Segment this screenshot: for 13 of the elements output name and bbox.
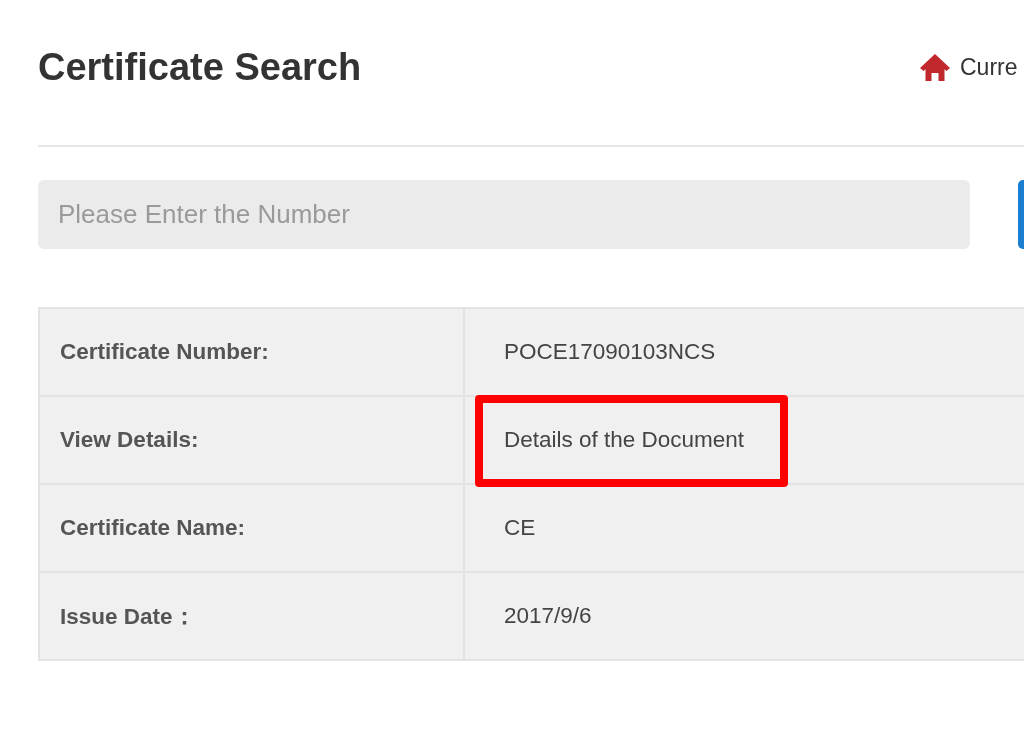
table-cell: CE [465, 485, 1024, 571]
table-cell: View Details: [40, 397, 465, 483]
table-cell: Certificate Name: [40, 485, 465, 571]
table-cell: Details of the Document [465, 397, 1024, 483]
breadcrumb-link[interactable]: Curre [960, 53, 1018, 81]
table-cell: Issue Date： [40, 573, 465, 659]
table-cell: 2017/9/6 [465, 573, 1024, 659]
submit-button[interactable] [1018, 180, 1024, 249]
page-title: Certificate Search [38, 45, 362, 89]
home-icon[interactable] [920, 53, 950, 81]
search-field[interactable]: Please Enter the Number [38, 180, 970, 249]
table-cell: POCE17090103NCS [465, 309, 1024, 395]
table-cell: Certificate Number: [40, 309, 465, 395]
